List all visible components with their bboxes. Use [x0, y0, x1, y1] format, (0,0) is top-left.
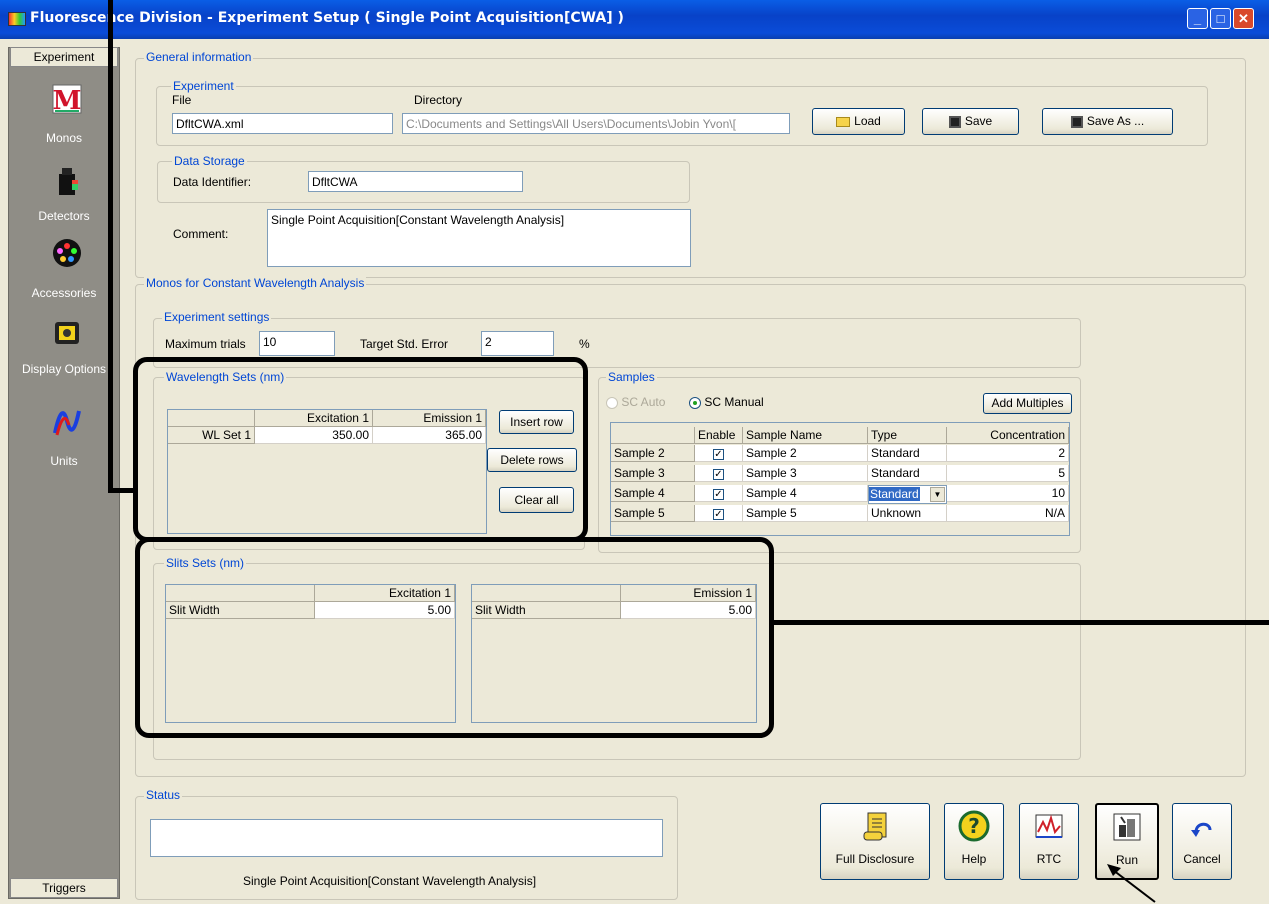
- data-storage-legend: Data Storage: [172, 154, 247, 168]
- file-field[interactable]: DfltCWA.xml: [172, 113, 393, 134]
- sc-auto-radio: SC Auto: [606, 395, 665, 409]
- samples-header-type: Type: [868, 427, 947, 444]
- directory-label: Directory: [414, 93, 463, 107]
- sample-type-cell[interactable]: Unknown: [868, 505, 947, 522]
- samples-header-corner: [611, 427, 695, 444]
- sidebar-item-accessories[interactable]: Accessories: [8, 286, 120, 300]
- sample-type-cell[interactable]: Standard: [868, 465, 947, 482]
- save-button[interactable]: Save: [922, 108, 1019, 135]
- accessories-icon[interactable]: [52, 238, 82, 268]
- sample-enable-checkbox[interactable]: ✓: [695, 485, 743, 502]
- sample-enable-checkbox[interactable]: ✓: [695, 465, 743, 482]
- comment-label: Comment:: [173, 227, 229, 241]
- sample-row-label: Sample 2: [611, 445, 695, 462]
- sidebar-item-monos[interactable]: Monos: [8, 131, 120, 145]
- data-identifier-field[interactable]: DfltCWA: [308, 171, 523, 192]
- experiment-settings-legend: Experiment settings: [162, 310, 272, 324]
- sample-concentration-cell[interactable]: 2: [947, 445, 1069, 462]
- sample-name-cell[interactable]: Sample 3: [743, 465, 868, 482]
- callout-line: [770, 620, 1269, 625]
- samples-header-enable: Enable: [695, 427, 743, 444]
- cancel-button[interactable]: Cancel: [1172, 803, 1232, 880]
- callout-line: [108, 488, 138, 493]
- tab-triggers[interactable]: Triggers: [10, 878, 118, 898]
- run-icon: [1111, 811, 1143, 843]
- rtc-chart-icon: [1033, 810, 1065, 842]
- units-icon[interactable]: [52, 405, 82, 436]
- sample-name-cell[interactable]: Sample 2: [743, 445, 868, 462]
- sample-type-cell[interactable]: Standard: [868, 445, 947, 462]
- maximum-trials-field[interactable]: 10: [259, 331, 335, 356]
- detector-icon[interactable]: [52, 166, 82, 196]
- add-multiples-button[interactable]: Add Multiples: [983, 393, 1072, 414]
- percent-label: %: [579, 337, 590, 351]
- target-std-error-field[interactable]: 2: [481, 331, 554, 356]
- sample-name-cell[interactable]: Sample 5: [743, 505, 868, 522]
- maximize-button[interactable]: □: [1210, 8, 1231, 29]
- sample-enable-checkbox[interactable]: ✓: [695, 505, 743, 522]
- wavelength-callout: [133, 357, 588, 542]
- target-std-error-label: Target Std. Error: [360, 337, 449, 351]
- sidebar-item-detectors[interactable]: Detectors: [8, 209, 120, 223]
- experiment-legend: Experiment: [171, 79, 236, 93]
- sample-name-cell[interactable]: Sample 4: [743, 485, 868, 502]
- sample-concentration-cell[interactable]: N/A: [947, 505, 1069, 522]
- help-icon: ?: [958, 810, 990, 842]
- sample-row-label: Sample 3: [611, 465, 695, 482]
- tab-experiment[interactable]: Experiment: [10, 47, 118, 67]
- monos-icon[interactable]: M: [52, 84, 82, 116]
- sample-row-label: Sample 4: [611, 485, 695, 502]
- svg-text:?: ?: [968, 814, 980, 838]
- minimize-button[interactable]: _: [1187, 8, 1208, 29]
- general-information-legend: General information: [144, 50, 254, 64]
- sample-type-dropdown[interactable]: Standard ▼: [868, 485, 947, 504]
- scroll-icon: [859, 810, 891, 842]
- undo-icon: [1186, 810, 1218, 842]
- close-button[interactable]: ✕: [1233, 8, 1254, 29]
- rtc-button[interactable]: RTC: [1019, 803, 1079, 880]
- window-title: Fluorescence Division - Experiment Setup…: [30, 10, 624, 26]
- save-as-button[interactable]: Save As ...: [1042, 108, 1173, 135]
- sidebar-item-units[interactable]: Units: [8, 454, 120, 468]
- file-label: File: [172, 93, 192, 107]
- data-identifier-label: Data Identifier:: [173, 175, 252, 189]
- sidebar-item-display-options[interactable]: Display Options: [8, 362, 120, 376]
- floppy-icon: [948, 115, 961, 128]
- slits-callout: [135, 537, 774, 738]
- sample-concentration-cell[interactable]: 5: [947, 465, 1069, 482]
- status-legend: Status: [144, 788, 183, 802]
- run-arrow-icon: [1107, 864, 1156, 903]
- sample-enable-checkbox[interactable]: ✓: [695, 445, 743, 462]
- display-icon[interactable]: [52, 318, 82, 348]
- app-icon: [8, 12, 26, 26]
- status-field: [150, 819, 663, 857]
- sc-manual-radio[interactable]: SC Manual: [689, 395, 764, 409]
- sample-concentration-cell[interactable]: 10: [947, 485, 1069, 502]
- callout-line: [108, 0, 113, 493]
- folder-icon: [836, 116, 851, 127]
- sample-row-label: Sample 5: [611, 505, 695, 522]
- directory-field: C:\Documents and Settings\All Users\Docu…: [402, 113, 790, 134]
- chevron-down-icon[interactable]: ▼: [930, 487, 945, 502]
- full-disclosure-button[interactable]: Full Disclosure: [820, 803, 930, 880]
- monos-legend: Monos for Constant Wavelength Analysis: [144, 276, 367, 290]
- samples-header-name: Sample Name: [743, 427, 868, 444]
- floppy-icon: [1070, 115, 1083, 128]
- status-text: Single Point Acquisition[Constant Wavele…: [243, 874, 537, 888]
- samples-legend: Samples: [606, 370, 657, 384]
- load-button[interactable]: Load: [812, 108, 905, 135]
- help-button[interactable]: ? Help: [944, 803, 1004, 880]
- samples-header-concentration: Concentration: [947, 427, 1069, 444]
- comment-field[interactable]: Single Point Acquisition[Constant Wavele…: [267, 209, 691, 267]
- svg-text:M: M: [53, 86, 82, 114]
- maximum-trials-label: Maximum trials: [165, 337, 246, 351]
